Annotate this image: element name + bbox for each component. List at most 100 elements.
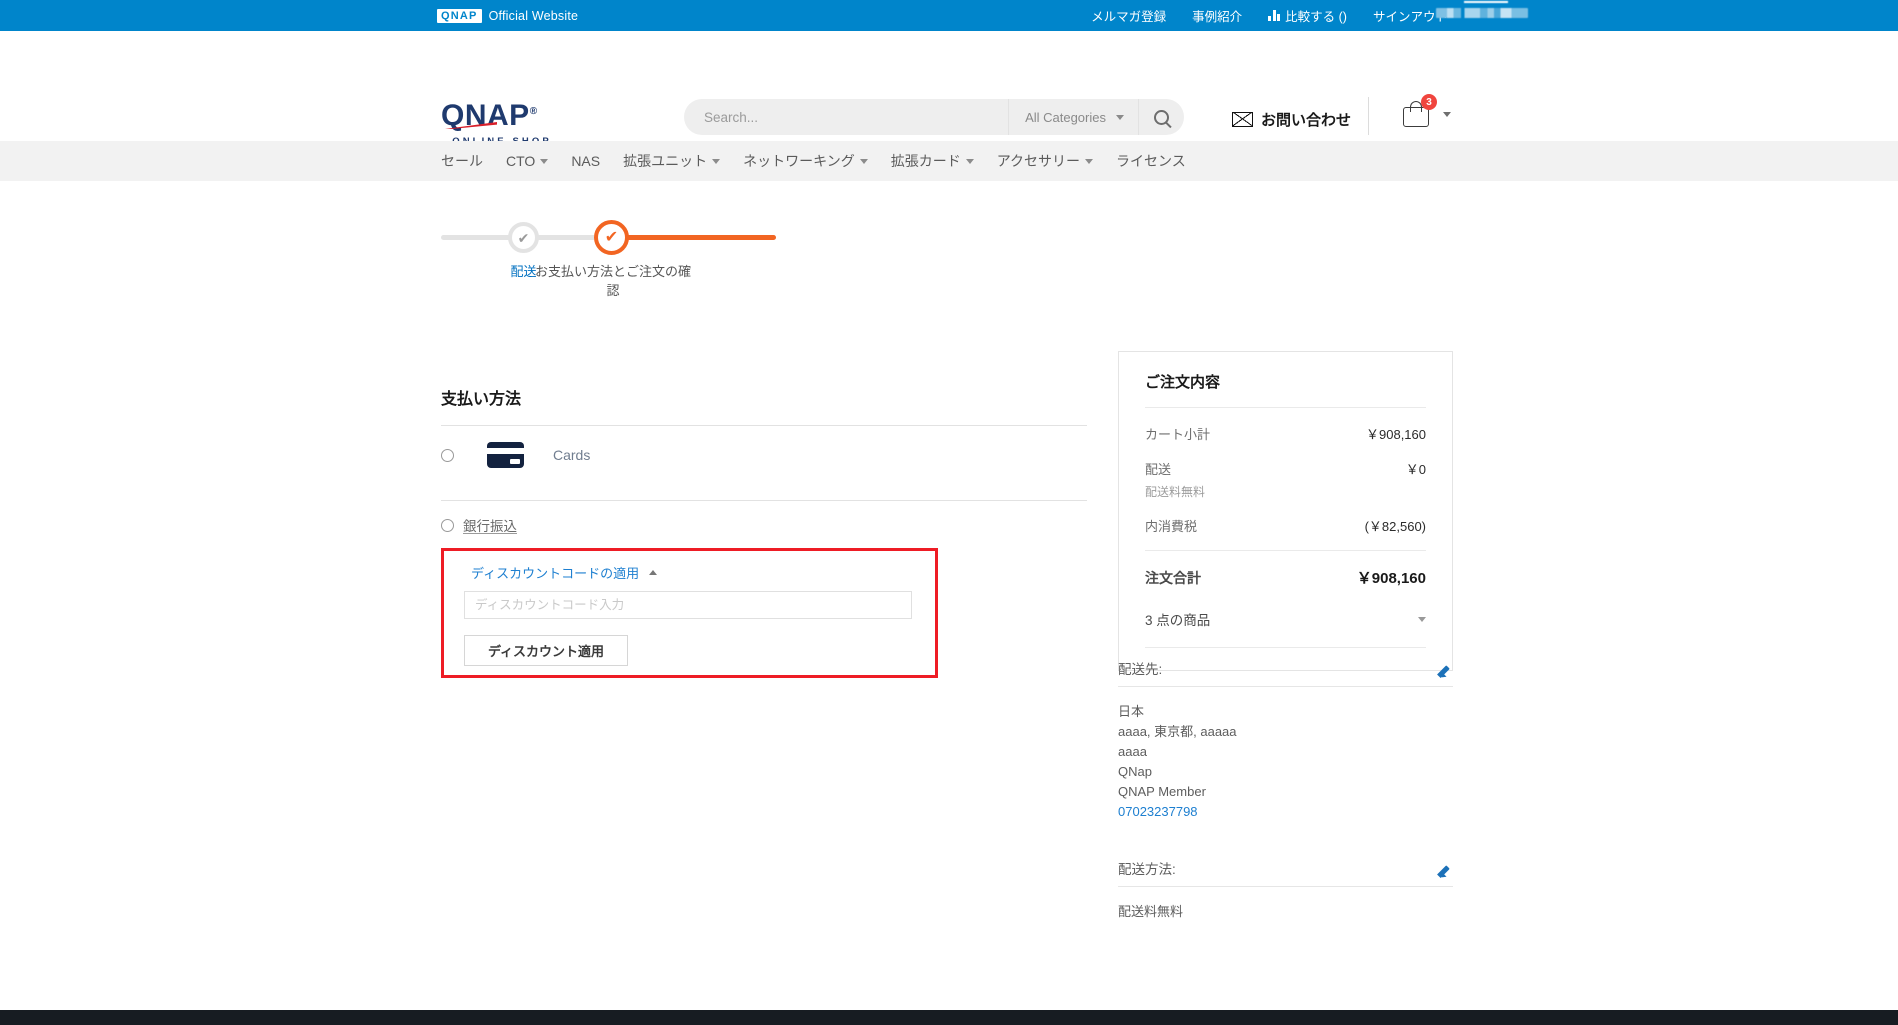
- credit-card-icon: [487, 442, 524, 468]
- address-line-phone[interactable]: 07023237798: [1118, 802, 1453, 822]
- contact-link[interactable]: お問い合わせ: [1232, 109, 1351, 130]
- radio-cards[interactable]: [441, 448, 454, 462]
- nav-item-license[interactable]: ライセンス: [1116, 151, 1186, 171]
- search-input[interactable]: [684, 99, 1009, 135]
- search-icon: [1154, 109, 1169, 125]
- nav-item-nas[interactable]: NAS: [571, 153, 600, 169]
- registered-mark-icon: ®: [529, 106, 538, 117]
- checkout-progress-stepper: ✔ ✔ 配送 お支払い方法とご注文の確認: [441, 215, 781, 300]
- shipping-method-header: 配送方法:: [1118, 858, 1453, 887]
- envelope-icon: [1232, 112, 1253, 127]
- nav-item-accessories-label: アクセサリー: [996, 153, 1081, 169]
- summary-row-subtotal-label: カート小計: [1145, 427, 1211, 442]
- order-summary-title: ご注文内容: [1145, 374, 1221, 391]
- summary-row-total: 注文合計 ￥908,160: [1145, 567, 1426, 588]
- summary-row-total-label: 注文合計: [1145, 570, 1201, 586]
- payment-option-cards-label: Cards: [553, 447, 591, 463]
- topbar-link-casestudy-label: 事例紹介: [1192, 10, 1243, 24]
- payment-method-section: 支払い方法 Cards 銀行振込: [441, 385, 1087, 549]
- cart-button[interactable]: 3: [1403, 94, 1451, 127]
- divider: [1145, 647, 1426, 648]
- chevron-down-icon: [1085, 158, 1094, 164]
- address-line-company: QNap: [1118, 764, 1152, 779]
- summary-row-total-value: ￥908,160: [1356, 570, 1426, 587]
- nav-item-license-label: ライセンス: [1116, 153, 1186, 169]
- nav-item-expansion-unit[interactable]: 拡張ユニット: [623, 151, 721, 171]
- chevron-down-icon: [965, 158, 974, 164]
- shipping-address-heading: 配送先:: [1118, 662, 1163, 677]
- bar-chart-icon: [1268, 10, 1281, 21]
- topbar-link-casestudy[interactable]: 事例紹介: [1192, 6, 1242, 25]
- page-footer: [0, 1010, 1898, 1025]
- summary-row-shipping-note: 配送料無料: [1145, 485, 1206, 499]
- nav-item-expansion-unit-label: 拡張ユニット: [623, 153, 708, 169]
- discount-code-input[interactable]: [464, 591, 912, 619]
- qnap-wordmark-icon: QNAP: [437, 8, 482, 23]
- chevron-down-icon: [1116, 114, 1124, 120]
- address-line-name: QNAP Member: [1118, 784, 1206, 799]
- radio-bank-transfer[interactable]: [441, 518, 454, 532]
- discount-code-section: ディスカウントコードの適用 ディスカウント適用: [441, 548, 938, 678]
- nav-item-networking[interactable]: ネットワーキング: [743, 151, 868, 171]
- topbar-link-newsletter-label: メルマガ登録: [1091, 10, 1167, 24]
- payment-option-cards[interactable]: Cards: [441, 426, 1087, 484]
- chevron-up-icon: [649, 570, 658, 575]
- divider: [1145, 550, 1426, 551]
- chevron-down-icon: [712, 158, 721, 164]
- nav-item-accessories[interactable]: アクセサリー: [996, 151, 1094, 171]
- chevron-down-icon: [540, 158, 549, 164]
- topbar-brand[interactable]: QNAP Official Website: [437, 0, 578, 31]
- summary-row-shipping-label: 配送: [1145, 462, 1172, 477]
- nav-item-expansion-card-label: 拡張カード: [890, 153, 961, 169]
- account-name-redacted: [1436, 1, 1528, 18]
- summary-row-shipping: 配送 ￥0: [1145, 459, 1426, 478]
- payment-option-bank-transfer[interactable]: 銀行振込: [441, 501, 1087, 549]
- check-icon: ✔: [604, 228, 619, 246]
- shipping-method-block: 配送方法: 配送料無料: [1118, 858, 1453, 920]
- page-root: QNAP Official Website メルマガ登録 事例紹介 比較する (…: [0, 0, 1898, 1025]
- summary-row-subtotal-value: ￥908,160: [1366, 427, 1426, 442]
- search-submit-button[interactable]: [1138, 99, 1184, 135]
- shipping-address-header: 配送先:: [1118, 658, 1453, 687]
- pencil-icon[interactable]: [1439, 664, 1453, 678]
- topbar-links: メルマガ登録 事例紹介 比較する () サインアウト: [1091, 0, 1448, 31]
- summary-items-toggle[interactable]: 3 点の商品: [1145, 609, 1426, 629]
- nav-item-nas-label: NAS: [571, 153, 601, 169]
- pencil-icon[interactable]: [1439, 864, 1453, 878]
- stepper-step-payment[interactable]: ✔: [594, 220, 629, 255]
- shop-logo-text: QNAP: [441, 99, 530, 132]
- address-line-street: aaaa: [1118, 744, 1147, 759]
- order-summary-card: ご注文内容 カート小計 ￥908,160 配送 ￥0 配送料無料 内消費税 (￥…: [1118, 351, 1453, 671]
- cart-count-badge: 3: [1421, 94, 1437, 110]
- nav-item-expansion-card[interactable]: 拡張カード: [891, 151, 974, 171]
- chevron-down-icon: [1443, 111, 1451, 117]
- payment-section-title: 支払い方法: [441, 391, 522, 408]
- nav-item-list: セール CTO NAS 拡張ユニット ネットワーキング 拡張カード アクセサリー…: [441, 141, 1186, 181]
- shipping-address-lines: 日本 aaaa, 東京都, aaaaa aaaa QNap QNAP Membe…: [1118, 702, 1453, 822]
- check-icon: ✔: [517, 229, 530, 246]
- chevron-down-icon: [859, 158, 868, 164]
- address-line-country: 日本: [1118, 704, 1145, 719]
- nav-item-networking-label: ネットワーキング: [743, 153, 855, 169]
- topbar-link-compare[interactable]: 比較する (): [1268, 6, 1347, 25]
- official-website-label: Official Website: [488, 8, 579, 23]
- discount-code-toggle[interactable]: ディスカウントコードの適用: [471, 563, 658, 582]
- stepper-track-active: [609, 235, 776, 240]
- site-header: QNAP® ONLINE SHOP JP All Categories お問い合…: [0, 31, 1898, 158]
- summary-row-tax: 内消費税 (￥82,560): [1145, 516, 1426, 535]
- shipping-address-block: 配送先: 日本 aaaa, 東京都, aaaaa aaaa QNap QNAP …: [1118, 658, 1453, 822]
- summary-row-shipping-value: ￥0: [1405, 462, 1426, 477]
- nav-item-sale[interactable]: セール: [441, 151, 483, 171]
- shopping-bag-icon: 3: [1403, 94, 1437, 127]
- header-divider: [1368, 97, 1369, 135]
- stepper-step-shipping[interactable]: ✔: [508, 222, 539, 253]
- topbar-link-newsletter[interactable]: メルマガ登録: [1091, 6, 1166, 25]
- nav-item-cto[interactable]: CTO: [506, 153, 549, 169]
- payment-option-bank-transfer-label: 銀行振込: [463, 519, 517, 534]
- chevron-down-icon: [1418, 616, 1426, 622]
- apply-discount-button[interactable]: ディスカウント適用: [464, 635, 628, 666]
- shop-logo-wordmark: QNAP®: [441, 97, 538, 131]
- search-category-select[interactable]: All Categories: [1008, 99, 1138, 135]
- discount-code-toggle-label: ディスカウントコードの適用: [471, 566, 640, 581]
- topbar-link-compare-label: 比較する (): [1285, 10, 1347, 24]
